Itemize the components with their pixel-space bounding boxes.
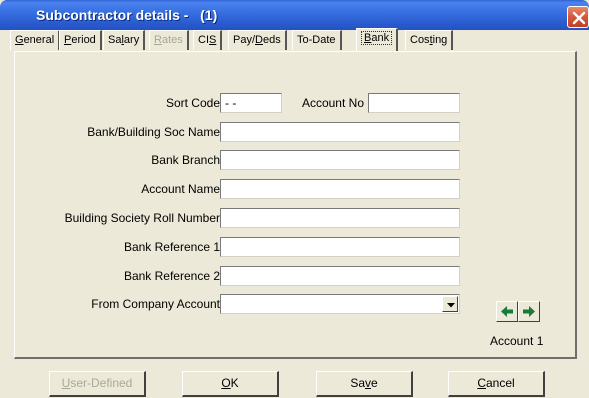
- button-label: User-Defined: [61, 376, 133, 390]
- tab-salary[interactable]: Salary: [103, 30, 146, 50]
- account-name-field[interactable]: [220, 179, 460, 199]
- tab-general[interactable]: General: [10, 30, 61, 50]
- button-label: Save: [350, 376, 378, 390]
- ok-button[interactable]: OK: [182, 371, 279, 397]
- window-title: Subcontractor details - (1): [36, 7, 218, 23]
- chevron-down-icon: [447, 303, 455, 308]
- close-icon: [572, 11, 586, 25]
- tab-label: Period: [64, 34, 96, 46]
- sort-code-label: Sort Code: [165, 96, 220, 110]
- tab-label: Pay/Deds: [233, 34, 281, 46]
- bank-reference-2-label: Bank Reference 2: [123, 269, 220, 283]
- tab-label: To-Date: [297, 34, 336, 46]
- cancel-button[interactable]: Cancel: [448, 371, 545, 397]
- dropdown-button[interactable]: [442, 296, 458, 312]
- button-bar: User-Defined OK Save Cancel: [0, 365, 589, 398]
- roll-number-label: Building Society Roll Number: [64, 211, 220, 225]
- bank-branch-label: Bank Branch: [151, 153, 220, 167]
- sort-code-field[interactable]: - -: [220, 93, 282, 113]
- bank-reference-2-field[interactable]: [220, 266, 460, 286]
- tab-pay-deds[interactable]: Pay/Deds: [228, 30, 287, 50]
- tab-label: Salary: [108, 34, 140, 46]
- tab-label: General: [15, 34, 55, 46]
- title-bar[interactable]: Subcontractor details - (1): [0, 0, 589, 30]
- bank-reference-1-label: Bank Reference 1: [123, 240, 220, 254]
- arrow-right-icon: [523, 306, 535, 317]
- bank-reference-1-field[interactable]: [220, 237, 460, 257]
- close-button[interactable]: [567, 6, 589, 28]
- subcontractor-details-window: Subcontractor details - (1) General Peri…: [0, 0, 589, 398]
- save-button[interactable]: Save: [316, 371, 413, 397]
- user-defined-button: User-Defined: [49, 371, 146, 397]
- roll-number-field[interactable]: [220, 208, 460, 228]
- tab-label: Costing: [410, 34, 448, 46]
- tab-label: Rates: [154, 34, 183, 46]
- from-company-account-label: From Company Account: [91, 297, 220, 311]
- tab-label: CIS: [198, 34, 217, 46]
- previous-account-button[interactable]: [496, 301, 518, 322]
- button-label: OK: [221, 376, 239, 390]
- bank-tab-panel: Sort Code - - Account No Bank/Building S…: [14, 51, 577, 359]
- tab-to-date[interactable]: To-Date: [292, 30, 342, 50]
- tab-bank[interactable]: Bank: [356, 28, 399, 51]
- account-name-label: Account Name: [141, 182, 220, 196]
- account-no-field[interactable]: [368, 93, 460, 113]
- button-label: Cancel: [477, 376, 515, 390]
- next-account-button[interactable]: [518, 301, 540, 322]
- from-company-account-select[interactable]: [220, 294, 460, 314]
- tab-cis[interactable]: CIS: [193, 30, 223, 50]
- account-caption: Account 1: [490, 334, 544, 348]
- arrow-left-icon: [501, 306, 513, 317]
- bank-name-label: Bank/Building Soc Name: [87, 125, 220, 139]
- bank-branch-field[interactable]: [220, 150, 460, 170]
- tab-costing[interactable]: Costing: [405, 30, 454, 50]
- tab-label: Bank: [361, 31, 393, 45]
- account-no-label: Account No: [301, 96, 364, 110]
- bank-name-field[interactable]: [220, 122, 460, 142]
- tab-period[interactable]: Period: [59, 30, 102, 50]
- tab-rates: Rates: [149, 30, 189, 50]
